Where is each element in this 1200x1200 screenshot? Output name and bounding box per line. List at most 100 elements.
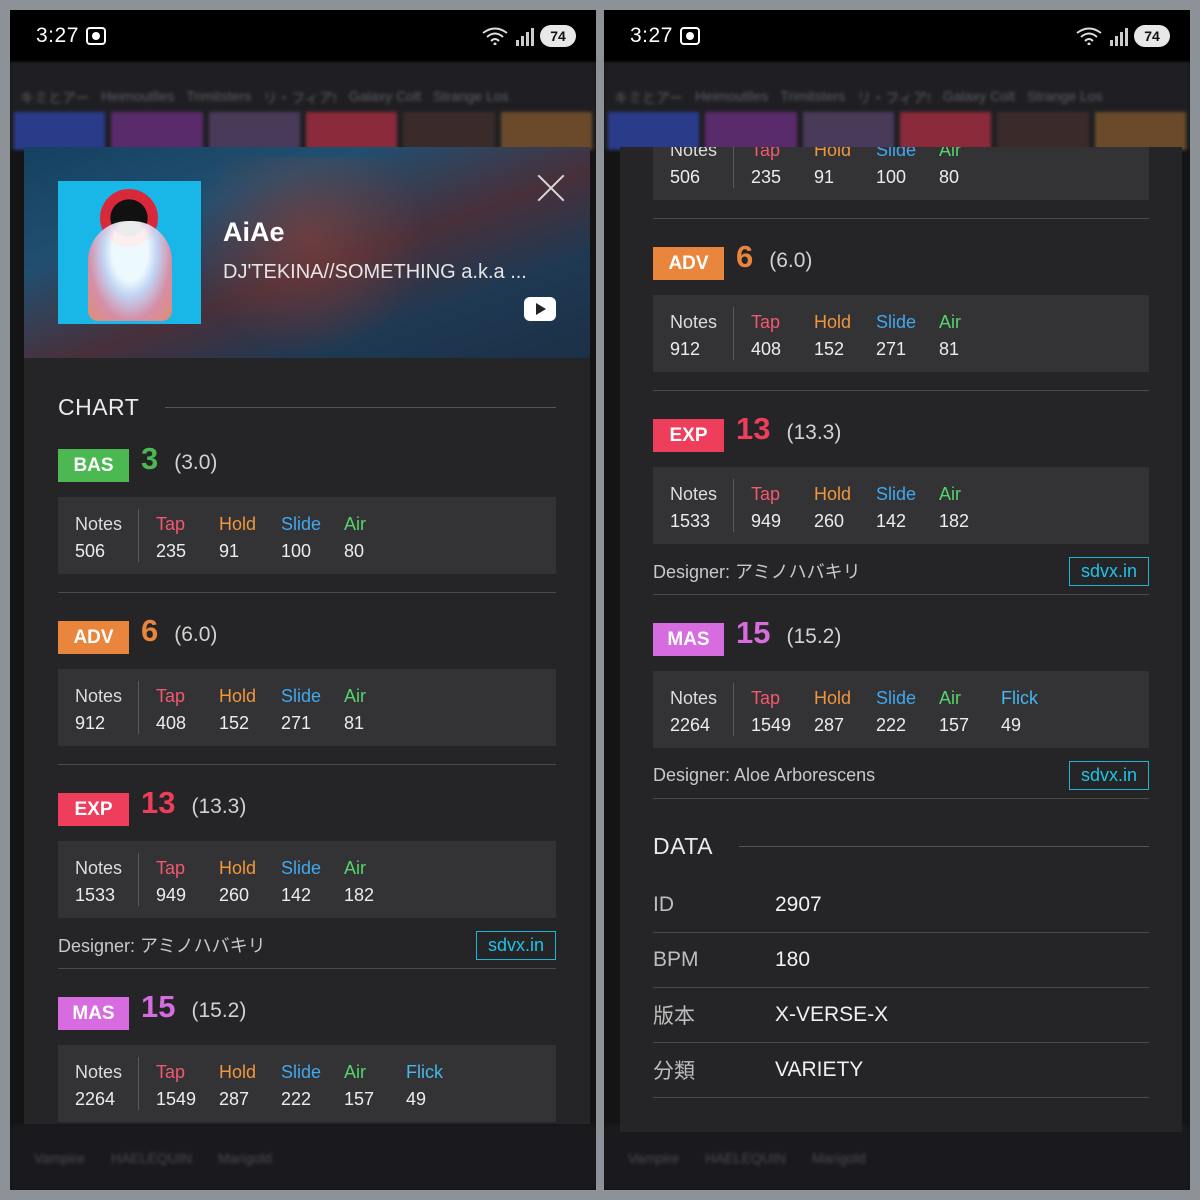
divider	[58, 968, 556, 969]
air-label: Air	[939, 688, 961, 708]
data-key: 分類	[653, 1060, 695, 1083]
hold-value: 260	[219, 885, 250, 905]
sdvx-link-button[interactable]: sdvx.in	[475, 930, 556, 960]
air-label: Air	[344, 514, 366, 534]
tap-value: 408	[751, 339, 782, 359]
tap-label: Tap	[751, 688, 781, 708]
air-value: 80	[939, 167, 960, 187]
song-detail-modal: AiAe DJ'TEKINA//SOMETHING a.k.a ... CHAR…	[24, 147, 590, 1124]
difficulty-mas: MAS 15 (15.2) Notes 2264 Tap 1549 Hold 287 …	[653, 615, 1149, 799]
screenshot-indicator-icon	[680, 27, 700, 45]
notes-value: 1533	[75, 885, 116, 905]
tap-label: Tap	[156, 514, 186, 534]
youtube-icon[interactable]	[524, 297, 556, 321]
bg-bottom-tab: HAELEQUIN	[705, 1150, 787, 1166]
bg-tab: キミとアー	[20, 90, 90, 106]
note-counts: Notes 912 Tap 408 Hold 152 Slide 271 Air 81	[58, 669, 556, 746]
chart-constant: (13.3)	[786, 421, 842, 444]
difficulty-level: 15	[736, 615, 771, 650]
divider	[653, 218, 1149, 219]
hold-value: 287	[219, 1089, 250, 1109]
song-jacket-image	[58, 181, 201, 324]
divider	[58, 764, 556, 765]
data-value: 2907	[775, 893, 822, 916]
data-key: BPM	[653, 948, 699, 971]
bg-tab: Heimoutlles	[695, 88, 769, 104]
bg-tab: Trimitsters	[186, 88, 252, 104]
data-value: VARIETY	[775, 1058, 864, 1081]
slide-label: Slide	[281, 514, 322, 534]
tap-value: 949	[156, 885, 187, 905]
chart-constant: (15.2)	[191, 999, 247, 1022]
flick-label: Flick	[1001, 688, 1038, 708]
song-header: AiAe DJ'TEKINA//SOMETHING a.k.a ...	[24, 147, 590, 358]
notes-label: Notes	[670, 688, 718, 708]
air-label: Air	[344, 1062, 366, 1082]
phone-screen-right: 3:27 74 キミとアー Heimoutlles Trimitsters リ・…	[604, 10, 1190, 1190]
notes-value: 1533	[670, 511, 711, 531]
song-title: AiAe	[223, 217, 285, 247]
air-value: 157	[344, 1089, 375, 1109]
tap-label: Tap	[156, 858, 186, 878]
hold-label: Hold	[219, 858, 257, 878]
bg-tab: Galaxy Colt	[348, 88, 422, 104]
divider	[653, 390, 1149, 391]
bg-tab: リ・フィア!	[857, 90, 931, 106]
slide-label: Slide	[876, 688, 917, 708]
data-row-version: 版本 X-VERSE-X	[653, 988, 1149, 1043]
hold-value: 152	[219, 713, 250, 733]
chart-heading: CHART	[58, 394, 140, 420]
phone-screen-left: 3:27 74 キミとアー Heimoutlles Trimitsters リ・…	[10, 10, 596, 1190]
notes-value: 2264	[670, 715, 711, 735]
bg-tab: リ・フィア!	[263, 90, 337, 106]
wifi-icon	[1076, 27, 1102, 45]
air-value: 80	[344, 541, 365, 561]
notes-label: Notes	[75, 514, 123, 534]
bg-bottom-tab: HAELEQUIN	[111, 1150, 193, 1166]
hold-value: 260	[814, 511, 845, 531]
divider	[738, 846, 1149, 847]
note-counts: Notes 506 Tap 235 Hold 91 Slide 100 Air 80	[653, 147, 1149, 200]
air-value: 81	[344, 713, 365, 733]
data-key: ID	[653, 893, 674, 916]
sdvx-link-button[interactable]: sdvx.in	[1068, 760, 1149, 790]
data-key: 版本	[653, 1005, 695, 1028]
hold-value: 152	[814, 339, 845, 359]
battery-indicator: 74	[1134, 25, 1170, 47]
chart-constant: (3.0)	[174, 451, 218, 474]
notes-label: Notes	[670, 484, 718, 504]
chart-constant: (13.3)	[191, 795, 247, 818]
data-section-header: DATA	[653, 833, 1149, 860]
signal-icon	[516, 26, 536, 46]
bg-tab: Strange Los	[1027, 88, 1103, 104]
data-value: 180	[775, 948, 811, 971]
bg-tab: Trimitsters	[780, 88, 846, 104]
difficulty-badge: EXP	[58, 792, 129, 826]
flick-value: 49	[1001, 715, 1022, 735]
screenshot-indicator-icon	[86, 27, 106, 45]
chart-constant: (6.0)	[174, 623, 218, 646]
slide-value: 142	[876, 511, 907, 531]
divider	[653, 798, 1149, 799]
notes-value: 506	[75, 541, 106, 561]
bg-bottom-tab: Marigold	[812, 1150, 866, 1166]
status-time: 3:27	[36, 24, 79, 47]
bg-tab: Heimoutlles	[101, 88, 175, 104]
difficulty-level: 13	[141, 785, 176, 820]
background-song-grid: キミとアー Heimoutlles Trimitsters リ・フィア! Gal…	[604, 62, 1190, 150]
hold-label: Hold	[219, 514, 257, 534]
bg-bottom-tab: Vampire	[628, 1150, 680, 1166]
status-bar: 3:27 74	[10, 10, 596, 62]
note-counts: Notes 912 Tap 408 Hold 152 Slide 271 Air 81	[653, 295, 1149, 372]
background-song-grid: キミとアー Heimoutlles Trimitsters リ・フィア! Gal…	[10, 62, 596, 150]
hold-value: 287	[814, 715, 845, 735]
close-icon[interactable]	[536, 173, 566, 203]
sdvx-link-button[interactable]: sdvx.in	[1068, 556, 1149, 586]
difficulty-exp: EXP 13 (13.3) Notes 1533 Tap 949 Hold 260 S…	[653, 411, 1149, 595]
hold-label: Hold	[219, 1062, 257, 1082]
air-value: 182	[939, 511, 970, 531]
difficulty-badge: ADV	[653, 246, 724, 280]
hold-label: Hold	[814, 312, 852, 332]
divider	[58, 592, 556, 593]
notes-value: 912	[75, 713, 106, 733]
